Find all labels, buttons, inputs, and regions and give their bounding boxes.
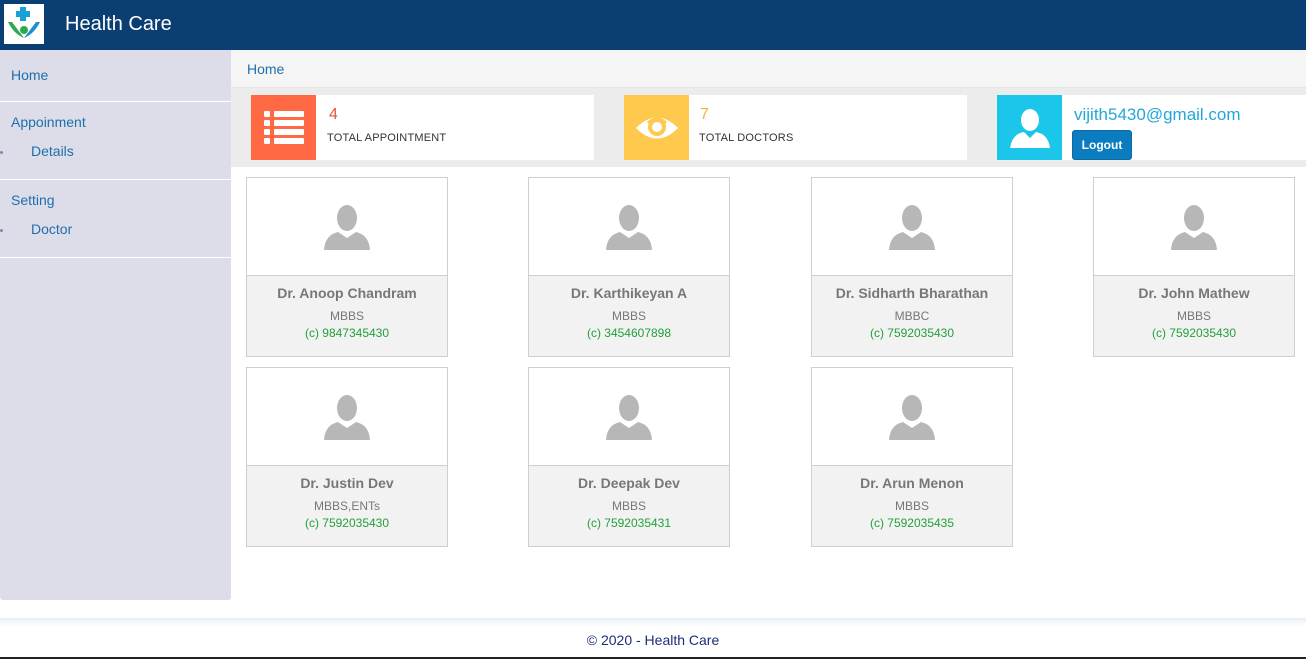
sidebar-divider xyxy=(0,179,231,180)
doctor-card[interactable]: Dr. John Mathew MBBS (c) 7592035430 xyxy=(1093,177,1295,357)
breadcrumb-home-link[interactable]: Home xyxy=(247,61,284,77)
doctor-avatar-icon xyxy=(529,368,729,466)
doctor-avatar-icon xyxy=(1094,178,1294,276)
sidebar-item-doctor[interactable]: Doctor xyxy=(31,221,72,237)
doctor-name: Dr. Sidharth Bharathan xyxy=(835,285,989,301)
doctor-degree: MBBS xyxy=(1176,309,1211,323)
logout-button[interactable]: Logout xyxy=(1072,130,1132,160)
doctor-card[interactable]: Dr. Karthikeyan A MBBS (c) 3454607898 xyxy=(528,177,730,357)
doctor-name: Dr. Deepak Dev xyxy=(578,475,680,491)
sidebar-item-appointment[interactable]: Appoinment xyxy=(11,114,86,130)
doctor-card-body: Dr. Karthikeyan A MBBS (c) 3454607898 xyxy=(529,276,729,356)
doctor-avatar-icon xyxy=(247,368,447,466)
doctor-degree: MBBS xyxy=(894,499,929,513)
doctor-phone: (c) 7592035430 xyxy=(1151,326,1237,340)
bullet-icon xyxy=(0,229,3,232)
doctor-phone: (c) 7592035435 xyxy=(869,516,955,530)
stat-total-appointment[interactable]: 4 TOTAL APPOINTMENT xyxy=(251,95,594,160)
doctor-phone: (c) 7592035430 xyxy=(869,326,955,340)
doctor-avatar-icon xyxy=(812,368,1012,466)
doctors-count: 7 xyxy=(700,106,709,123)
sidebar: Home Appoinment Details Setting Doctor xyxy=(0,50,231,600)
top-navbar: Health Care xyxy=(0,0,1306,50)
doctor-degree: MBBC xyxy=(894,309,930,323)
sidebar-item-home[interactable]: Home xyxy=(11,67,48,83)
doctor-name: Dr. Karthikeyan A xyxy=(570,285,688,301)
doctor-phone: (c) 7592035431 xyxy=(586,516,672,530)
doctor-card[interactable]: Dr. Anoop Chandram MBBS (c) 9847345430 xyxy=(246,177,448,357)
doctor-avatar-icon xyxy=(247,178,447,276)
user-panel: vijith5430@gmail.com Logout xyxy=(997,95,1306,160)
appointment-label: TOTAL APPOINTMENT xyxy=(327,132,447,144)
doctor-card-body: Dr. John Mathew MBBS (c) 7592035430 xyxy=(1094,276,1294,356)
app-title[interactable]: Health Care xyxy=(65,13,172,36)
footer-copyright: © 2020 - Health Care xyxy=(586,632,720,648)
doctor-card[interactable]: Dr. Deepak Dev MBBS (c) 7592035431 xyxy=(528,367,730,547)
doctor-phone: (c) 7592035430 xyxy=(304,516,390,530)
doctors-label: TOTAL DOCTORS xyxy=(699,132,794,144)
doctor-card[interactable]: Dr. Sidharth Bharathan MBBC (c) 7592035430 xyxy=(811,177,1013,357)
footer-divider xyxy=(0,618,1306,626)
doctor-name: Dr. John Mathew xyxy=(1138,285,1250,301)
doctor-card-body: Dr. Justin Dev MBBS,ENTs (c) 7592035430 xyxy=(247,466,447,546)
doctor-name: Dr. Anoop Chandram xyxy=(277,285,417,301)
eye-icon xyxy=(624,95,689,160)
doctor-phone: (c) 3454607898 xyxy=(586,326,672,340)
doctor-card-body: Dr. Arun Menon MBBS (c) 7592035435 xyxy=(812,466,1012,546)
doctor-card[interactable]: Dr. Justin Dev MBBS,ENTs (c) 7592035430 xyxy=(246,367,448,547)
user-icon xyxy=(997,95,1062,160)
doctor-name: Dr. Justin Dev xyxy=(300,475,394,491)
doctor-avatar-icon xyxy=(529,178,729,276)
stat-total-doctors[interactable]: 7 TOTAL DOCTORS xyxy=(624,95,967,160)
doctor-degree: MBBS xyxy=(611,499,646,513)
doctor-name: Dr. Arun Menon xyxy=(860,475,964,491)
appointment-count: 4 xyxy=(329,106,338,123)
app-logo-icon[interactable] xyxy=(4,4,44,44)
sidebar-divider xyxy=(0,257,231,258)
sidebar-item-setting[interactable]: Setting xyxy=(11,192,55,208)
doctor-avatar-icon xyxy=(812,178,1012,276)
doctor-degree: MBBS,ENTs xyxy=(313,499,380,513)
doctor-card-body: Dr. Sidharth Bharathan MBBC (c) 7592035430 xyxy=(812,276,1012,356)
stats-strip: 4 TOTAL APPOINTMENT 7 TOTAL DOCTORS viji… xyxy=(231,88,1306,167)
doctor-degree: MBBS xyxy=(329,309,364,323)
user-email: vijith5430@gmail.com xyxy=(1074,105,1241,124)
breadcrumb: Home xyxy=(231,50,1306,88)
doctor-card[interactable]: Dr. Arun Menon MBBS (c) 7592035435 xyxy=(811,367,1013,547)
doctor-phone: (c) 9847345430 xyxy=(304,326,390,340)
doctor-card-body: Dr. Deepak Dev MBBS (c) 7592035431 xyxy=(529,466,729,546)
doctor-card-body: Dr. Anoop Chandram MBBS (c) 9847345430 xyxy=(247,276,447,356)
sidebar-divider xyxy=(0,101,231,102)
list-icon xyxy=(251,95,316,160)
bullet-icon xyxy=(0,151,3,154)
sidebar-item-details[interactable]: Details xyxy=(31,143,74,159)
doctor-degree: MBBS xyxy=(611,309,646,323)
